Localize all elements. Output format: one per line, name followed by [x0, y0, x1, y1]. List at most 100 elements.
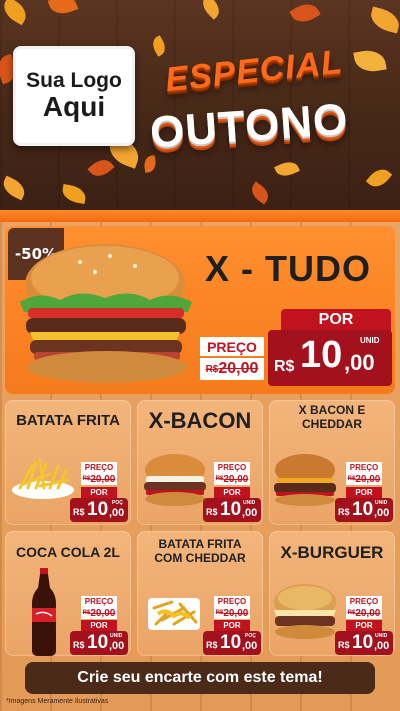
old-amount: 20,00 — [355, 473, 381, 485]
logo-text-line1: Sua Logo — [26, 69, 122, 93]
product-name: X-BACON — [148, 408, 252, 433]
autumn-leaf-icon — [274, 158, 300, 180]
price-int: 10 — [87, 632, 109, 653]
x-bacon-burger-image — [144, 454, 206, 506]
featured-burger-image — [20, 244, 192, 383]
logo-placeholder[interactable]: Sua Logo Aqui — [13, 46, 135, 146]
price-int: 10 — [352, 632, 374, 653]
currency: R$ — [338, 640, 350, 650]
featured-price-label: PREÇO — [200, 337, 264, 356]
featured-price-int: 10 — [300, 334, 343, 376]
featured-product-name: X - TUDO — [205, 248, 371, 289]
featured-old-price: R$ 20,00 — [200, 358, 264, 380]
por-label: POR — [346, 487, 382, 498]
price-dec: ,00 — [242, 507, 258, 519]
price-label: PREÇO — [214, 596, 250, 607]
featured-new-price: R$ 10 ,00 UNID — [268, 330, 392, 386]
price-label: PREÇO — [346, 462, 382, 473]
old-price: R$ 20,00 — [81, 607, 117, 619]
unit: UNID — [375, 500, 388, 506]
currency: R$ — [206, 507, 218, 517]
new-price: R$ 10 ,00 UNID — [203, 498, 261, 522]
price-dec: ,00 — [109, 507, 125, 519]
product-name: COCA COLA 2L — [16, 544, 120, 560]
promo-title-especial: Especial — [163, 42, 345, 100]
product-name: X BACON E CHEDDAR — [298, 403, 366, 431]
cta-banner[interactable]: Crie seu encarte com este tema! — [25, 662, 375, 694]
header-banner: Sua Logo Aqui Especial Outono — [0, 0, 400, 212]
autumn-leaf-icon — [367, 6, 400, 34]
autumn-leaf-icon — [0, 0, 31, 26]
price-int: 10 — [352, 499, 374, 520]
old-amount: 20,00 — [223, 607, 249, 619]
old-amount: 20,00 — [90, 607, 116, 619]
autumn-leaf-icon — [289, 0, 321, 28]
product-name: BATATA FRITA — [16, 412, 120, 429]
new-price: R$ 10 ,00 UNID — [335, 498, 393, 522]
featured-currency: R$ — [274, 358, 295, 375]
price-dec: ,00 — [242, 640, 258, 652]
fries-image — [12, 458, 74, 499]
new-price: R$ 10 ,00 UNID — [70, 631, 128, 655]
old-currency: R$ — [347, 476, 356, 482]
currency: R$ — [206, 640, 218, 650]
old-price: R$ 20,00 — [81, 473, 117, 485]
old-price: R$ 20,00 — [346, 473, 382, 485]
promo-title-outono: Outono — [148, 94, 350, 158]
old-price: R$ 20,00 — [346, 607, 382, 619]
por-label: POR — [214, 620, 250, 631]
price-label: PREÇO — [346, 596, 382, 607]
autumn-leaf-icon — [247, 181, 273, 205]
featured-old-currency: R$ — [205, 363, 219, 375]
old-currency: R$ — [82, 476, 91, 482]
old-currency: R$ — [215, 610, 224, 616]
por-label: POR — [81, 487, 117, 498]
old-currency: R$ — [215, 476, 224, 482]
featured-old-amount: 20,00 — [218, 360, 259, 377]
currency: R$ — [338, 507, 350, 517]
price-dec: ,00 — [109, 640, 125, 652]
unit: UNID — [243, 500, 256, 506]
price-label: PREÇO — [81, 462, 117, 473]
autumn-leaf-icon — [149, 35, 169, 57]
logo-text-line2: Aqui — [42, 91, 106, 123]
price-int: 10 — [220, 632, 242, 653]
autumn-leaf-icon — [0, 175, 29, 201]
autumn-leaf-icon — [198, 0, 224, 20]
new-price: R$ 10 ,00 UNID — [335, 631, 393, 655]
product-name: BATATA FRITA COM CHEDDAR — [154, 537, 246, 565]
por-label: POR — [214, 487, 250, 498]
autumn-leaf-icon — [87, 154, 115, 182]
featured-por-label: POR — [281, 309, 391, 331]
por-label: POR — [81, 620, 117, 631]
new-price: R$ 10 ,00 POÇ — [203, 631, 261, 655]
price-dec: ,00 — [374, 507, 390, 519]
old-currency: R$ — [347, 610, 356, 616]
unit: UNID — [375, 633, 388, 639]
fries-cheddar-image — [148, 598, 200, 630]
price-int: 10 — [87, 499, 109, 520]
header-divider — [0, 210, 400, 222]
price-label: PREÇO — [81, 596, 117, 607]
unit: POÇ — [112, 500, 123, 506]
price-int: 10 — [220, 499, 242, 520]
old-amount: 20,00 — [90, 473, 116, 485]
por-label: POR — [346, 620, 382, 631]
x-burguer-image — [274, 584, 336, 639]
old-price: R$ 20,00 — [214, 473, 250, 485]
disclaimer-note: *Imagens Meramente Ilustrativas — [6, 698, 109, 705]
unit: UNID — [110, 633, 123, 639]
x-bacon-cheddar-burger-image — [274, 454, 336, 506]
currency: R$ — [73, 640, 85, 650]
old-amount: 20,00 — [223, 473, 249, 485]
currency: R$ — [73, 507, 85, 517]
price-dec: ,00 — [374, 640, 390, 652]
old-price: R$ 20,00 — [214, 607, 250, 619]
featured-unit: UNID — [360, 336, 380, 345]
unit: POÇ — [245, 633, 256, 639]
old-currency: R$ — [82, 610, 91, 616]
coca-cola-bottle-image — [32, 568, 56, 656]
old-amount: 20,00 — [355, 607, 381, 619]
autumn-leaf-icon — [47, 0, 79, 18]
product-name: X-BURGUER — [280, 543, 384, 562]
